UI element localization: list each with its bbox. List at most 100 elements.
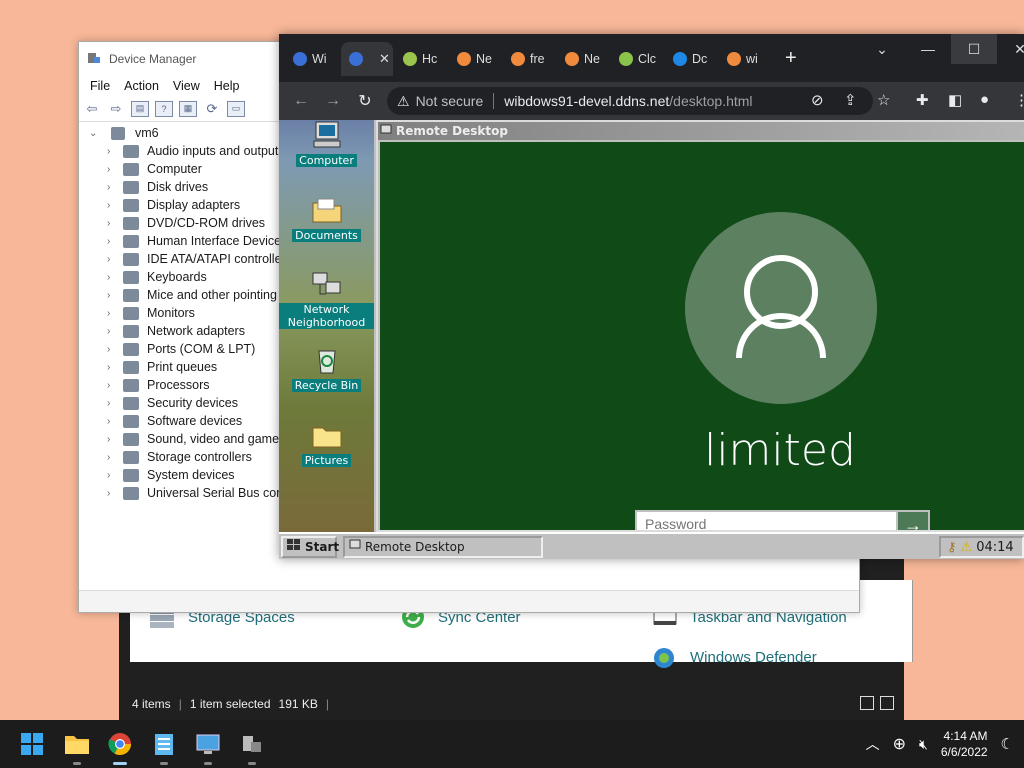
chevron-right-icon[interactable]: ›: [107, 470, 121, 481]
extensions-icon[interactable]: ✚: [916, 91, 929, 109]
remote-desktop-titlebar[interactable]: Remote Desktop: [378, 122, 1024, 140]
chevron-right-icon[interactable]: ›: [107, 416, 121, 427]
tab-favicon-icon: [403, 52, 417, 66]
menu-kebab-icon[interactable]: ⋮: [1014, 91, 1024, 109]
help-icon[interactable]: ?: [155, 100, 173, 117]
browser-tab[interactable]: ✕: [341, 42, 393, 76]
page-viewport: Computer Documents Network Neighborhood …: [279, 120, 1024, 559]
key-icon[interactable]: ⚷: [947, 540, 957, 555]
running-indicator: [160, 762, 168, 765]
start-icon: [21, 733, 43, 755]
tab-strip: Wi ✕ Hc Ne fre Ne Clc Dc wi + ⌄ — ☐ ✕: [279, 34, 1024, 82]
start-button[interactable]: [16, 728, 48, 760]
volume-muted-icon[interactable]: 🔇︎: [919, 736, 928, 753]
reload-icon[interactable]: ↻: [349, 91, 381, 111]
submit-arrow-button[interactable]: →: [898, 510, 930, 530]
cp-item-windows-defender[interactable]: Windows Defender: [650, 644, 817, 670]
chevron-right-icon[interactable]: ›: [107, 434, 121, 445]
browser-tab[interactable]: wi: [719, 42, 774, 76]
globe-icon[interactable]: ⊕: [893, 734, 906, 754]
chevron-right-icon[interactable]: ›: [107, 236, 121, 247]
remote-screen[interactable]: limited →: [380, 142, 1024, 530]
tab-search-icon[interactable]: ⌄: [859, 34, 905, 64]
desktop-icon-documents[interactable]: Documents: [279, 195, 374, 242]
browser-tab[interactable]: Wi: [285, 42, 340, 76]
menu-file[interactable]: File: [83, 76, 117, 96]
taskbar-remote-desktop[interactable]: [192, 728, 224, 765]
window-title: Device Manager: [109, 52, 197, 66]
scan-hardware-icon[interactable]: ⟳: [203, 101, 221, 117]
warning-icon[interactable]: ⚠: [397, 93, 410, 110]
address-bar[interactable]: ⚠ Not secure wibdows91-devel.ddns.net/de…: [387, 87, 873, 115]
chevron-right-icon[interactable]: ›: [107, 182, 121, 193]
close-icon[interactable]: ✕: [997, 34, 1024, 64]
forward-icon[interactable]: →: [317, 92, 349, 110]
properties-icon[interactable]: ▦: [179, 100, 197, 117]
clock[interactable]: 4:14 AM 6/6/2022: [941, 728, 988, 760]
warning-tray-icon[interactable]: ⚠: [961, 540, 973, 555]
focus-moon-icon[interactable]: ☾: [1001, 735, 1014, 753]
chevron-right-icon[interactable]: ›: [107, 254, 121, 265]
chevron-right-icon[interactable]: ›: [107, 362, 121, 373]
chevron-right-icon[interactable]: ›: [107, 146, 121, 157]
details-view-icon[interactable]: [860, 696, 874, 710]
status-separator: |: [325, 697, 330, 711]
forward-arrow-icon[interactable]: ⇨: [107, 101, 125, 117]
bookmark-star-icon[interactable]: ☆: [877, 91, 890, 109]
browser-tab[interactable]: Clc: [611, 42, 666, 76]
desktop-icon-recycle-bin[interactable]: Recycle Bin: [279, 345, 374, 392]
chevron-right-icon[interactable]: ›: [107, 308, 121, 319]
desktop-icon-pictures[interactable]: Pictures: [279, 420, 374, 467]
monitor-icon[interactable]: ▭: [227, 100, 245, 117]
chevron-up-icon[interactable]: ︿: [866, 734, 880, 754]
chevron-right-icon[interactable]: ›: [107, 380, 121, 391]
chevron-right-icon[interactable]: ›: [107, 290, 121, 301]
eye-off-icon[interactable]: ⊘: [811, 91, 824, 109]
browser-tab[interactable]: Ne: [557, 42, 612, 76]
chevron-right-icon[interactable]: ›: [107, 344, 121, 355]
chevron-right-icon[interactable]: ›: [107, 488, 121, 499]
browser-tab[interactable]: Dc: [665, 42, 720, 76]
tab-favicon-icon: [457, 52, 471, 66]
password-input[interactable]: [635, 510, 898, 530]
chevron-right-icon[interactable]: ›: [107, 272, 121, 283]
taskbar-chrome[interactable]: [104, 728, 136, 765]
retro-start-button[interactable]: Start: [281, 535, 339, 558]
browser-tab[interactable]: fre: [503, 42, 558, 76]
device-category-icon: [123, 396, 139, 410]
retro-task-remote-desktop[interactable]: Remote Desktop: [343, 535, 543, 558]
chevron-down-icon[interactable]: ⌄: [89, 128, 103, 139]
retro-system-tray: ⚷ ⚠ 04:14: [939, 536, 1024, 558]
menu-action[interactable]: Action: [117, 76, 166, 96]
share-icon[interactable]: ⇪: [844, 91, 857, 109]
browser-tab[interactable]: Ne: [449, 42, 504, 76]
large-icons-view-icon[interactable]: [880, 696, 894, 710]
chevron-right-icon[interactable]: ›: [107, 398, 121, 409]
browser-tab[interactable]: Hc: [395, 42, 450, 76]
chevron-right-icon[interactable]: ›: [107, 164, 121, 175]
taskbar-file-explorer[interactable]: [61, 728, 93, 765]
minimize-icon[interactable]: —: [905, 34, 951, 64]
chevron-right-icon[interactable]: ›: [107, 326, 121, 337]
chevron-right-icon[interactable]: ›: [107, 452, 121, 463]
back-arrow-icon[interactable]: ⇦: [83, 101, 101, 117]
tab-close-icon[interactable]: ✕: [379, 51, 390, 67]
new-tab-button[interactable]: +: [785, 47, 797, 70]
side-panel-icon[interactable]: ◧: [948, 91, 962, 109]
menu-view[interactable]: View: [166, 76, 207, 96]
profile-icon[interactable]: ●: [980, 91, 989, 108]
chevron-right-icon[interactable]: ›: [107, 200, 121, 211]
show-hide-tree-icon[interactable]: ▤: [131, 100, 149, 117]
menu-help[interactable]: Help: [207, 76, 247, 96]
tab-favicon-icon: [673, 52, 687, 66]
device-category-icon: [123, 198, 139, 212]
device-category-icon: [123, 144, 139, 158]
desktop-icon-network[interactable]: Network Neighborhood: [279, 270, 374, 329]
taskbar-device-manager[interactable]: [236, 728, 268, 765]
desktop-icon-computer[interactable]: Computer: [279, 120, 374, 167]
back-icon[interactable]: ←: [285, 92, 317, 110]
device-category-icon: [123, 360, 139, 374]
maximize-icon[interactable]: ☐: [951, 34, 997, 64]
taskbar-notepad[interactable]: [148, 728, 180, 765]
chevron-right-icon[interactable]: ›: [107, 218, 121, 229]
